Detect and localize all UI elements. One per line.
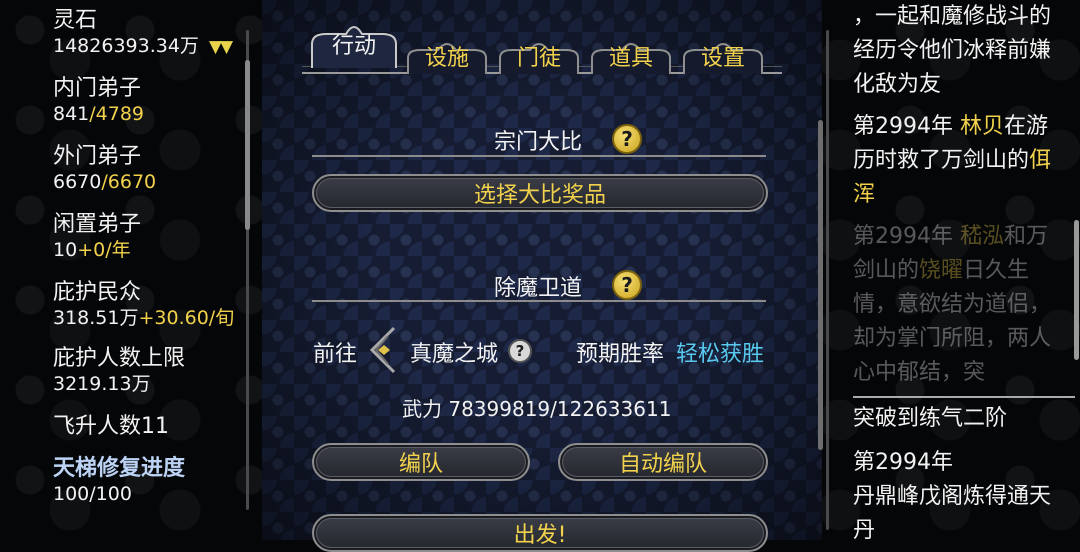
log-text: 丹鼎峰戊阁炼得通天丹 xyxy=(853,484,1052,543)
left-scroll-thumb[interactable] xyxy=(245,60,250,230)
idle-disciples-label: 闲置弟子 xyxy=(53,212,142,237)
inner-disciples-label: 内门弟子 xyxy=(53,76,142,101)
log-entry: 第2994年 林贝在游历时救了万剑山的佴浑 xyxy=(853,110,1063,212)
tournament-title: 宗门大比 xyxy=(494,130,583,155)
log-scroll-thumb[interactable] xyxy=(1074,220,1079,360)
decline-indicator-icon[interactable]: ▼▼ xyxy=(209,37,233,57)
spirit-stone-stat: 灵石 14826393.34万 ▼▼ xyxy=(53,8,253,59)
demon-help-icon[interactable]: ? xyxy=(612,270,642,300)
outer-disciples-stat: 外门弟子 6670/6670 xyxy=(53,144,253,194)
target-city: 真魔之城 xyxy=(410,342,499,367)
tab-items[interactable]: 道具 xyxy=(588,36,674,76)
ascended-stat: 飞升人数11 xyxy=(53,414,253,440)
center-scroll-track[interactable] xyxy=(826,30,829,530)
log-person-name: 饶曜 xyxy=(919,258,964,283)
ladder-repair-stat: 天梯修复进度 100/100 xyxy=(53,456,253,506)
log-year: 第2994年 xyxy=(853,224,953,249)
idle-disciples-current: 10 xyxy=(53,239,78,261)
log-person-name: 林贝 xyxy=(960,114,1005,139)
ladder-repair-value: 100/100 xyxy=(53,483,132,505)
protected-cap-label: 庇护人数上限 xyxy=(53,346,186,371)
protected-cap-value: 3219.13万 xyxy=(53,373,151,395)
action-panel: 行动 设施 门徒 道具 设置 宗门大比 ? 选择大比奖品 除魔卫道 ? 前往 真… xyxy=(262,0,822,552)
protected-people-rate: +30.60/旬 xyxy=(138,307,235,329)
log-entry: 突破到练气二阶 xyxy=(853,406,1008,431)
tab-facilities[interactable]: 设施 xyxy=(404,36,490,76)
inner-disciples-current: 841 xyxy=(53,103,90,125)
log-year: 第2994年 xyxy=(853,450,953,475)
log-person-name: 嵇泓 xyxy=(960,224,1005,249)
idle-disciples-stat: 闲置弟子 10+0/年 xyxy=(53,212,253,262)
idle-disciples-rate: +0/年 xyxy=(77,239,131,261)
tab-action[interactable]: 行动 xyxy=(306,24,402,68)
demon-divider xyxy=(312,300,766,302)
prev-target-arrow-icon[interactable] xyxy=(366,326,396,374)
spirit-stone-value: 14826393.34万 xyxy=(53,35,199,57)
log-entry: 第2994年 嵇泓和万剑山的饶曜日久生情，意欲结为道侣，却为掌门所阻，两人心中郁… xyxy=(853,220,1063,388)
tab-items-label: 道具 xyxy=(608,46,653,71)
tab-settings-label: 设置 xyxy=(700,46,745,71)
goto-label: 前往 xyxy=(313,342,358,367)
protected-cap-stat: 庇护人数上限 3219.13万 xyxy=(53,346,253,396)
tab-bar: 行动 设施 门徒 道具 设置 xyxy=(262,0,822,78)
tournament-help-icon[interactable]: ? xyxy=(612,124,642,154)
tab-settings[interactable]: 设置 xyxy=(680,36,766,76)
outer-disciples-label: 外门弟子 xyxy=(53,144,142,169)
resources-panel: 灵石 14826393.34万 ▼▼ 内门弟子 841/4789 外门弟子 667… xyxy=(0,0,262,540)
force-text: 武力 78399819/122633611 xyxy=(402,397,672,421)
tab-action-label: 行动 xyxy=(331,34,376,59)
select-prize-button[interactable]: 选择大比奖品 xyxy=(312,174,768,212)
win-rate-value: 轻松获胜 xyxy=(676,342,765,367)
log-entry: 第2994年 丹鼎峰戊阁炼得通天丹 xyxy=(853,446,1063,548)
inner-disciples-max: /4789 xyxy=(89,103,145,125)
ladder-repair-label: 天梯修复进度 xyxy=(53,456,186,481)
protected-people-label: 庇护民众 xyxy=(53,280,142,305)
outer-disciples-max: /6670 xyxy=(101,171,157,193)
center-scroll-thumb[interactable] xyxy=(818,120,823,450)
event-log-panel: ，一起和魔修战斗的经历令他们冰释前嫌化敌为友 第2994年 林贝在游历时救了万剑… xyxy=(818,0,1080,543)
auto-formation-button[interactable]: 自动编队 xyxy=(558,443,768,481)
depart-button[interactable]: 出发! xyxy=(312,514,768,552)
protected-people-stat: 庇护民众 318.51万+30.60/旬 xyxy=(53,280,253,330)
tab-facilities-label: 设施 xyxy=(424,46,469,71)
inner-disciples-stat: 内门弟子 841/4789 xyxy=(53,76,253,126)
log-year: 第2994年 xyxy=(853,114,953,139)
win-rate-label: 预期胜率 xyxy=(576,342,665,367)
ascended-label: 飞升人数11 xyxy=(53,414,169,439)
tab-disciples[interactable]: 门徒 xyxy=(496,36,582,76)
log-entry: ，一起和魔修战斗的经历令他们冰释前嫌化敌为友 xyxy=(853,4,1052,97)
log-divider xyxy=(853,396,1075,398)
tournament-divider xyxy=(312,155,766,157)
tab-disciples-label: 门徒 xyxy=(516,46,561,71)
spirit-stone-label: 灵石 xyxy=(53,8,98,33)
formation-button[interactable]: 编队 xyxy=(312,443,530,481)
target-city-help-icon[interactable]: ? xyxy=(508,339,532,363)
demon-section-title: 除魔卫道 xyxy=(494,276,583,301)
protected-people-value: 318.51万 xyxy=(53,307,139,329)
outer-disciples-current: 6670 xyxy=(53,171,102,193)
